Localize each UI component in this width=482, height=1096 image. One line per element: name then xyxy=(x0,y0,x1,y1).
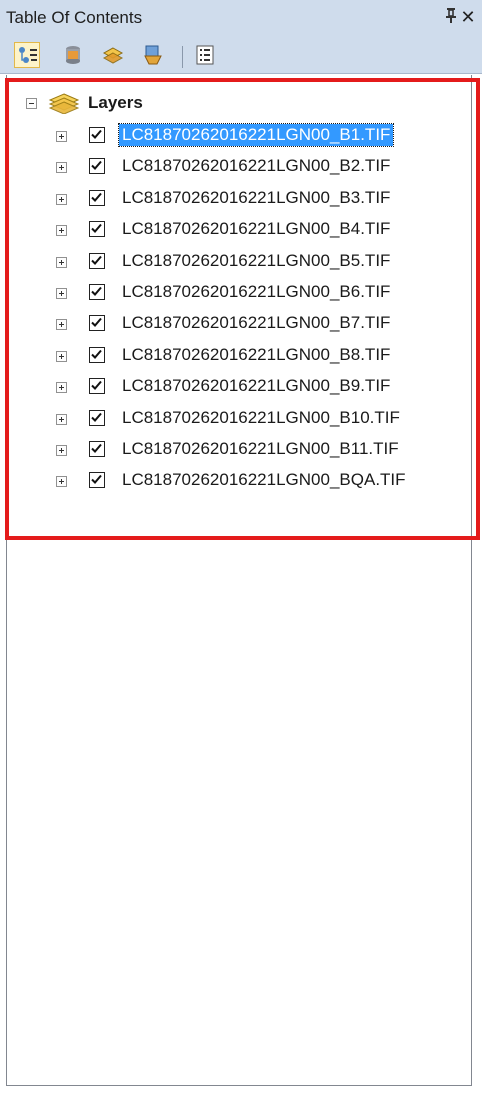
toc-toolbar xyxy=(0,38,482,74)
annotation-highlight-box xyxy=(5,78,480,540)
list-by-source-icon xyxy=(66,46,80,64)
window-title: Table Of Contents xyxy=(6,8,143,27)
list-by-visibility-button[interactable] xyxy=(100,42,126,68)
table-of-contents-window: Table Of Contents ✕ Layers LC81870262016… xyxy=(0,0,482,1096)
options-icon xyxy=(196,45,214,65)
list-by-source-button[interactable] xyxy=(60,42,86,68)
list-by-drawing-order-button[interactable] xyxy=(14,42,40,68)
list-by-visibility-icon xyxy=(102,47,124,64)
list-by-selection-button[interactable] xyxy=(140,42,166,68)
toolbar-separator xyxy=(182,46,183,68)
list-by-drawing-order-icon xyxy=(19,47,37,63)
title-bar[interactable]: Table Of Contents ✕ xyxy=(0,0,482,38)
close-icon[interactable]: ✕ xyxy=(459,6,477,28)
pin-icon[interactable] xyxy=(443,6,459,28)
options-button[interactable] xyxy=(192,42,218,68)
list-by-selection-icon xyxy=(144,45,162,65)
